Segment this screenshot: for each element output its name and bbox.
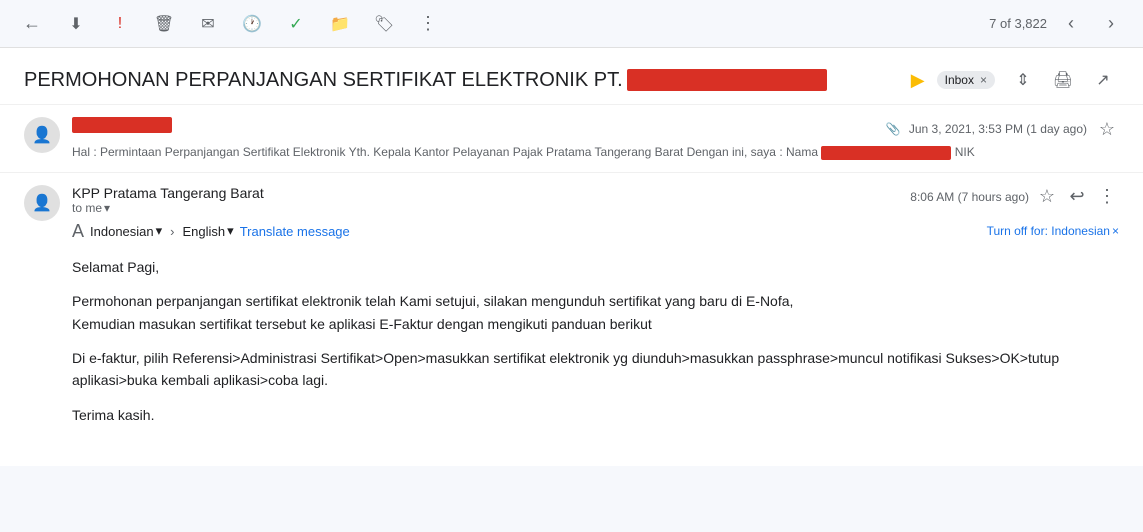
sender-avatar-2: 👤 — [24, 185, 60, 221]
mark-unread-button[interactable]: ✉ — [192, 8, 224, 40]
translate-bar: A Indonesian ▾ › English ▾ Translate mes… — [72, 215, 1119, 252]
kpp-sender-name: KPP Pratama Tangerang Barat — [72, 185, 264, 201]
email-subject: PERMOHONAN PERPANJANGAN SERTIFIKAT ELEKT… — [24, 69, 899, 92]
second-message-time: 8:06 AM (7 hours ago) — [910, 190, 1029, 204]
open-in-new-button[interactable]: ↗ — [1087, 64, 1119, 96]
subject-text: PERMOHONAN PERPANJANGAN SERTIFIKAT ELEKT… — [24, 69, 623, 91]
folder-icon: 📁 — [330, 14, 350, 34]
back-button[interactable]: ← — [16, 8, 48, 40]
chevron-right-icon: › — [1108, 13, 1114, 34]
star-icon: ☆ — [1099, 119, 1115, 140]
avatar-placeholder-icon-2: 👤 — [32, 193, 52, 213]
toolbar-right: 7 of 3,822 ‹ › — [989, 8, 1127, 40]
first-message-content: 📎 Jun 3, 2021, 3:53 PM (1 day ago) ☆ Hal… — [72, 117, 1119, 160]
move-to-button[interactable]: 📁 — [324, 8, 356, 40]
email-body: Selamat Pagi, Permohonan perpanjangan se… — [72, 252, 1119, 454]
to-me-label: to me ▾ — [72, 201, 264, 215]
second-message-sender-info: KPP Pratama Tangerang Barat to me ▾ — [72, 185, 264, 215]
subject-row: PERMOHONAN PERPANJANGAN SERTIFIKAT ELEKT… — [0, 48, 1143, 105]
nik-redacted — [821, 146, 951, 160]
target-lang-text: English — [183, 224, 226, 239]
email-container: PERMOHONAN PERPANJANGAN SERTIFIKAT ELEKT… — [0, 48, 1143, 466]
back-icon: ← — [23, 13, 41, 34]
source-lang-dropdown-icon: ▾ — [156, 223, 163, 239]
archive-icon: ⬇ — [69, 14, 82, 34]
second-message-header: KPP Pratama Tangerang Barat to me ▾ 8:06… — [72, 185, 1119, 215]
report-spam-button[interactable]: ! — [104, 8, 136, 40]
target-lang-dropdown-icon: ▾ — [227, 223, 234, 239]
toolbar-left: ← ⬇ ! 🗑 ✉ 🕐 ✓ 📁 🏷 ⋮ — [16, 8, 444, 40]
second-message: 👤 KPP Pratama Tangerang Barat to me ▾ 8:… — [0, 173, 1143, 466]
chevron-updown-icon: ⇕ — [1016, 70, 1029, 90]
sender-name-redacted — [72, 117, 172, 133]
source-lang-text: Indonesian — [90, 224, 154, 239]
body-closing: Terima kasih. — [72, 404, 1119, 426]
second-message-actions: 8:06 AM (7 hours ago) ☆ ↩ ⋮ — [910, 185, 1119, 209]
nik-label: NIK — [955, 145, 975, 159]
star-icon-2: ☆ — [1039, 186, 1055, 207]
inbox-label: Inbox — [945, 73, 974, 87]
body-greeting: Selamat Pagi, — [72, 256, 1119, 278]
second-message-content: KPP Pratama Tangerang Barat to me ▾ 8:06… — [72, 185, 1119, 454]
label-button[interactable]: 🏷 — [368, 8, 400, 40]
reply-button[interactable]: ↩ — [1065, 185, 1089, 209]
source-lang-selector[interactable]: Indonesian ▾ — [90, 223, 162, 239]
first-message-snippet: Hal : Permintaan Perpanjangan Sertifikat… — [72, 145, 1119, 160]
first-message-meta: 📎 Jun 3, 2021, 3:53 PM (1 day ago) ☆ — [886, 117, 1119, 141]
inbox-badge: Inbox × — [937, 71, 995, 89]
sender-avatar-1: 👤 — [24, 117, 60, 153]
first-message-date: Jun 3, 2021, 3:53 PM (1 day ago) — [909, 122, 1087, 136]
body-paragraph-1: Permohonan perpanjangan sertifikat elekt… — [72, 290, 1119, 335]
print-icon: 🖨 — [1053, 70, 1073, 90]
turn-off-close-icon: × — [1112, 224, 1119, 238]
first-message-sender — [72, 117, 172, 133]
dropdown-arrow-icon[interactable]: ▾ — [104, 201, 110, 215]
done-button[interactable]: ✓ — [280, 8, 312, 40]
more-options-button[interactable]: ⋮ — [412, 8, 444, 40]
turn-off-label: Turn off for: Indonesian — [987, 224, 1110, 238]
print-button[interactable]: 🖨 — [1047, 64, 1079, 96]
email-icon: ✉ — [201, 14, 214, 34]
more-icon-2: ⋮ — [1098, 186, 1116, 207]
delete-button[interactable]: 🗑 — [148, 8, 180, 40]
inbox-close-button[interactable]: × — [980, 73, 987, 87]
translate-message-button[interactable]: Translate message — [240, 224, 350, 239]
done-icon: ✓ — [289, 14, 302, 34]
spam-icon: ! — [118, 15, 122, 33]
chevron-left-icon: ‹ — [1068, 13, 1074, 34]
top-toolbar: ← ⬇ ! 🗑 ✉ 🕐 ✓ 📁 🏷 ⋮ 7 of 3,822 — [0, 0, 1143, 48]
archive-button[interactable]: ⬇ — [60, 8, 92, 40]
reply-icon: ↩ — [1069, 186, 1084, 207]
subject-redacted — [627, 69, 827, 91]
open-in-new-icon: ↗ — [1096, 70, 1109, 90]
star-button-1[interactable]: ☆ — [1095, 117, 1119, 141]
more-icon: ⋮ — [419, 13, 437, 34]
target-lang-selector[interactable]: English ▾ — [183, 223, 234, 239]
more-button-2[interactable]: ⋮ — [1095, 185, 1119, 209]
snippet-text: Hal : Permintaan Perpanjangan Sertifikat… — [72, 145, 818, 159]
label-icon: 🏷 — [374, 14, 394, 34]
prev-email-button[interactable]: ‹ — [1055, 8, 1087, 40]
clock-icon: 🕐 — [242, 14, 262, 34]
first-message: 👤 📎 Jun 3, 2021, 3:53 PM (1 day ago) ☆ H… — [0, 105, 1143, 173]
translate-arrow-icon: › — [170, 224, 174, 239]
next-email-button[interactable]: › — [1095, 8, 1127, 40]
translate-message-label: Translate message — [240, 224, 350, 239]
nav-count: 7 of 3,822 — [989, 16, 1047, 31]
subject-actions: ⇕ 🖨 ↗ — [1007, 64, 1119, 96]
star-button-2[interactable]: ☆ — [1035, 185, 1059, 209]
forward-icon: ▶ — [911, 70, 925, 91]
avatar-placeholder-icon: 👤 — [32, 125, 52, 145]
translate-icon: A — [72, 221, 84, 242]
turn-off-translate-button[interactable]: Turn off for: Indonesian × — [987, 224, 1119, 238]
snooze-button[interactable]: 🕐 — [236, 8, 268, 40]
body-paragraph-2: Di e-faktur, pilih Referensi>Administras… — [72, 347, 1119, 392]
clip-icon: 📎 — [886, 122, 901, 136]
first-message-header: 📎 Jun 3, 2021, 3:53 PM (1 day ago) ☆ — [72, 117, 1119, 141]
collapse-expand-button[interactable]: ⇕ — [1007, 64, 1039, 96]
delete-icon: 🗑 — [154, 14, 174, 34]
to-me-text: to me — [72, 201, 102, 215]
